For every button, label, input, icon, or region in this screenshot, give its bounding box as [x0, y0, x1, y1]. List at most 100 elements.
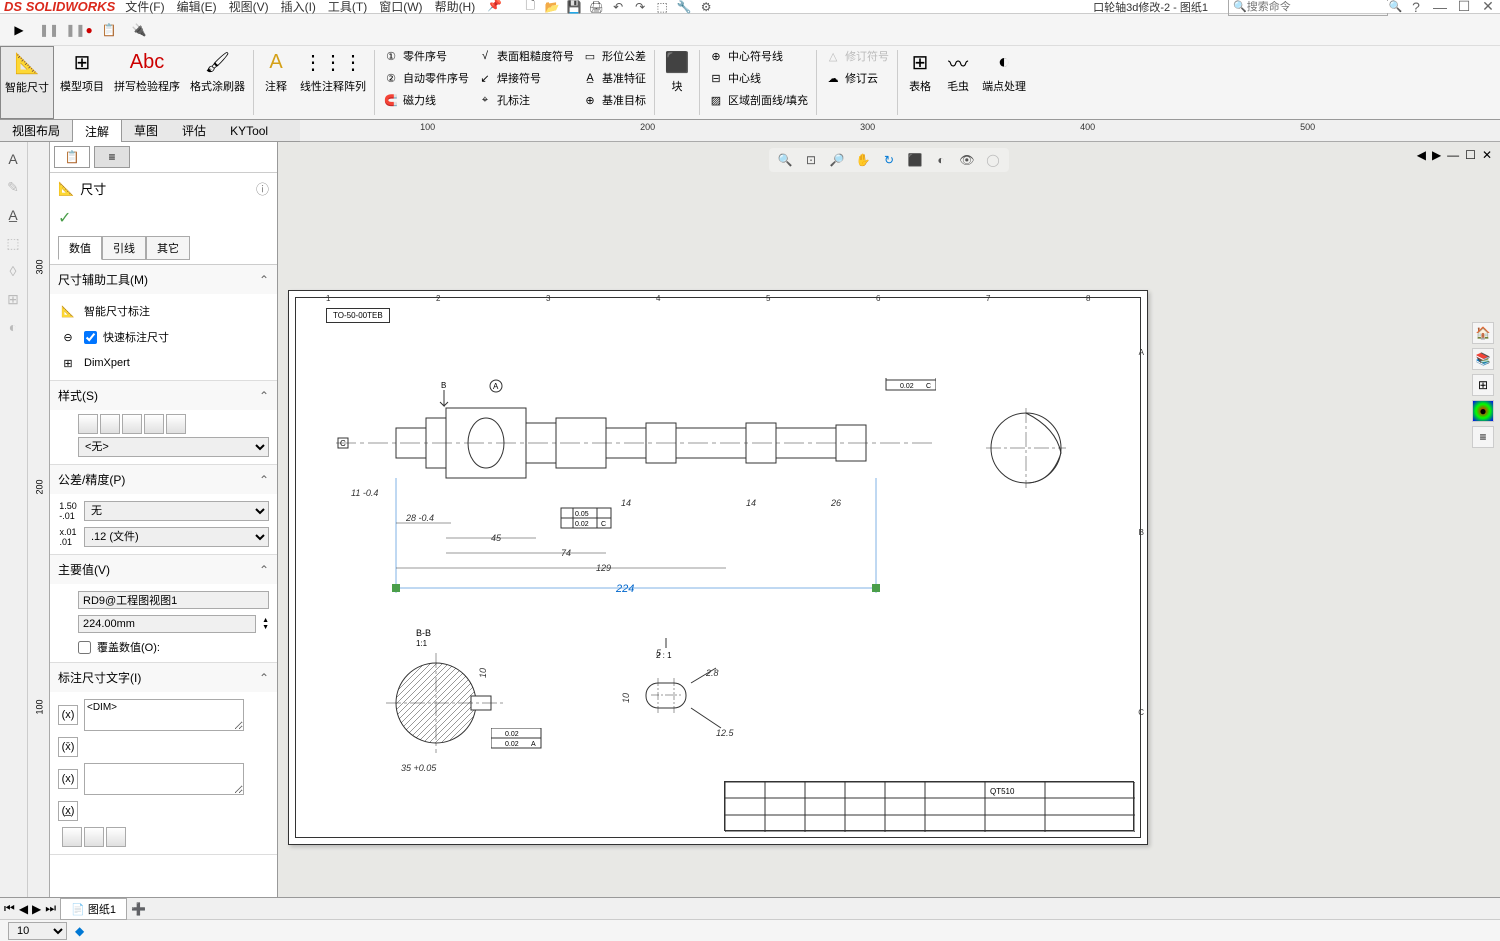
- subtab-leaders[interactable]: 引线: [102, 236, 146, 260]
- weld-symbol-button[interactable]: ↙焊接符号: [473, 68, 578, 88]
- help-icon[interactable]: ⓘ: [256, 179, 269, 198]
- dim-5[interactable]: 5: [656, 648, 661, 658]
- dim-224[interactable]: 224: [616, 583, 634, 595]
- subtab-other[interactable]: 其它: [146, 236, 190, 260]
- minimize-button[interactable]: —: [1432, 0, 1448, 14]
- dim-10a[interactable]: 10: [478, 668, 488, 678]
- tables-button[interactable]: ⊞ 表格: [902, 46, 938, 119]
- style-btn-5[interactable]: [166, 414, 186, 434]
- geo-tolerance-button[interactable]: ▭形位公差: [578, 46, 650, 66]
- dim-28[interactable]: 28 -0.4: [406, 513, 434, 523]
- spell-check-button[interactable]: Abc 拼写检验程序: [110, 46, 184, 119]
- display-style-icon[interactable]: ⬛: [905, 150, 925, 170]
- tool5-icon[interactable]: ◊: [2, 260, 24, 282]
- datum-feature-button[interactable]: A̲基准特征: [578, 68, 650, 88]
- sheet-nav-last[interactable]: ⏭: [45, 901, 56, 916]
- menu-help[interactable]: 帮助(H): [435, 0, 476, 15]
- linear-pattern-button[interactable]: ⋮⋮⋮ 线性注释阵列: [296, 46, 370, 119]
- text-above-icon[interactable]: (x): [58, 705, 78, 725]
- section-head-style[interactable]: 样式(S) ⌃: [50, 381, 277, 410]
- pan-icon[interactable]: ✋: [853, 150, 873, 170]
- close-button[interactable]: ✕: [1480, 0, 1496, 14]
- style-select[interactable]: <无>: [78, 437, 269, 457]
- sheet-nav-prev[interactable]: ◀: [19, 902, 28, 916]
- datum-target-button[interactable]: ⊕基准目标: [578, 90, 650, 110]
- resources-icon[interactable]: 📚: [1472, 348, 1494, 370]
- collapse-icon[interactable]: ⌃: [259, 671, 269, 685]
- collapse-icon[interactable]: ⌃: [259, 273, 269, 287]
- tab-evaluate[interactable]: 评估: [170, 119, 218, 142]
- rapid-dim-option[interactable]: ⊖ 快速标注尺寸: [58, 324, 269, 350]
- save-icon[interactable]: 💾: [566, 0, 582, 15]
- justify-right-icon[interactable]: [106, 827, 126, 847]
- dim-74[interactable]: 74: [561, 548, 571, 558]
- style-btn-1[interactable]: [78, 414, 98, 434]
- minimize-view-icon[interactable]: —: [1447, 148, 1459, 162]
- zoom-area-icon[interactable]: ⊡: [801, 150, 821, 170]
- note-button[interactable]: A 注释: [258, 46, 294, 119]
- tool3-icon[interactable]: A̲: [2, 204, 24, 226]
- centerline-button[interactable]: ⊟中心线: [704, 68, 812, 88]
- dim-text-below[interactable]: [84, 763, 244, 795]
- format-painter-button[interactable]: 🖌 格式涂刷器: [186, 46, 249, 119]
- views-palette-icon[interactable]: ⊞: [1472, 374, 1494, 396]
- hide-show-icon[interactable]: 👁: [957, 150, 977, 170]
- collapse-icon[interactable]: ⌃: [259, 563, 269, 577]
- text-below2-icon[interactable]: (x̲): [58, 801, 78, 821]
- help-icon[interactable]: ?: [1408, 0, 1424, 14]
- section-head-tol[interactable]: 公差/精度(P) ⌃: [50, 465, 277, 494]
- hole-callout-button[interactable]: ⌖孔标注: [473, 90, 578, 110]
- select-icon[interactable]: ⬚: [654, 0, 670, 15]
- tab-sketch[interactable]: 草图: [122, 119, 170, 142]
- dim-r125[interactable]: 12.5: [716, 728, 734, 738]
- dim-text-above[interactable]: <DIM>: [84, 699, 244, 731]
- menu-pin-icon[interactable]: 📌: [487, 0, 502, 15]
- collapse-icon[interactable]: ⌃: [259, 473, 269, 487]
- drawing-canvas[interactable]: 🔍 ⊡ 🔎 ✋ ↻ ⬛ ◐ 👁 ◯ ◀ ▶ — ☐ ✕ 1 2 3 4 5: [278, 142, 1500, 897]
- tab-kytool[interactable]: KYTool: [218, 121, 280, 141]
- addon-icon[interactable]: 🔌: [128, 19, 150, 41]
- sheet-nav-next[interactable]: ▶: [32, 902, 41, 916]
- appearance-panel-icon[interactable]: ●: [1472, 400, 1494, 422]
- surface-finish-button[interactable]: √表面粗糙度符号: [473, 46, 578, 66]
- home-icon[interactable]: 🏠: [1472, 322, 1494, 344]
- area-hatch-button[interactable]: ▨区域剖面线/填充: [704, 90, 812, 110]
- tolerance-select[interactable]: 无: [84, 501, 269, 521]
- undo-icon[interactable]: ↶: [610, 0, 626, 15]
- model-items-button[interactable]: ⊞ 模型项目: [56, 46, 108, 119]
- menu-file[interactable]: 文件(F): [125, 0, 164, 15]
- close-view-icon[interactable]: ✕: [1482, 148, 1492, 162]
- style-btn-3[interactable]: [122, 414, 142, 434]
- property-tab[interactable]: ≡: [94, 146, 130, 168]
- appearance-icon[interactable]: ◯: [983, 150, 1003, 170]
- menu-edit[interactable]: 编辑(E): [177, 0, 217, 15]
- search-input[interactable]: [1247, 1, 1389, 13]
- feature-tree-tab[interactable]: 📋: [54, 146, 90, 168]
- custom-props-icon[interactable]: ≡: [1472, 426, 1494, 448]
- tab-annotation[interactable]: 注解: [72, 119, 122, 143]
- dim-14b[interactable]: 14: [746, 498, 756, 508]
- dimxpert-option[interactable]: ⊞ DimXpert: [58, 350, 269, 376]
- dim-r28[interactable]: 2.8: [706, 668, 719, 678]
- drawing-sheet[interactable]: 1 2 3 4 5 6 7 8 A B C TO-50-00TEB: [288, 290, 1148, 845]
- justify-left-icon[interactable]: [62, 827, 82, 847]
- prev-view-icon[interactable]: ◀: [1417, 148, 1426, 162]
- dim-45[interactable]: 45: [491, 533, 501, 543]
- search-go-icon[interactable]: 🔍: [1389, 0, 1403, 13]
- smart-dim-option[interactable]: 📐 智能尺寸标注: [58, 298, 269, 324]
- end-treatment-button[interactable]: ◐ 端点处理: [978, 46, 1030, 119]
- tab-view-layout[interactable]: 视图布局: [0, 119, 72, 142]
- magnetic-line-button[interactable]: 🧲磁力线: [379, 90, 473, 110]
- tool4-icon[interactable]: ⬚: [2, 232, 24, 254]
- annotation-font-icon[interactable]: A: [2, 148, 24, 170]
- play-button[interactable]: ▶: [8, 19, 30, 41]
- maximize-button[interactable]: ☐: [1456, 0, 1472, 14]
- pause-button[interactable]: ❚❚: [38, 19, 60, 41]
- command-search[interactable]: 🔍 🔍: [1228, 0, 1388, 16]
- subtab-value[interactable]: 数值: [58, 236, 102, 260]
- smart-dimension-button[interactable]: 📐 智能尺寸: [0, 46, 54, 119]
- restore-view-icon[interactable]: ☐: [1465, 148, 1476, 162]
- dim-name-input[interactable]: [78, 591, 269, 609]
- sheet-tab-1[interactable]: 📄 图纸1: [60, 898, 127, 920]
- redo-icon[interactable]: ↷: [632, 0, 648, 15]
